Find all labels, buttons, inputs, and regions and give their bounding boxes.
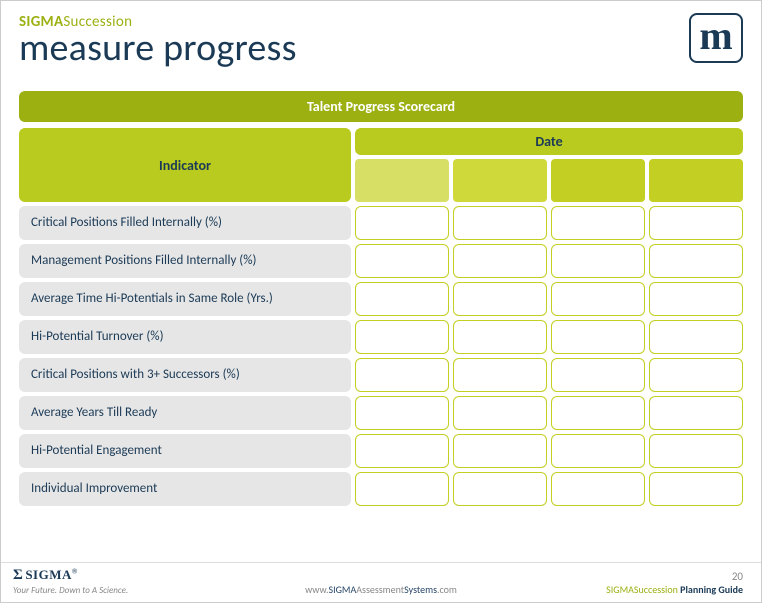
- registered-icon: ®: [72, 568, 78, 576]
- value-cell: [355, 396, 449, 430]
- guide-title: Planning Guide: [680, 583, 743, 596]
- date-col-1: [355, 159, 449, 202]
- url-mid1: SIGMA: [329, 583, 357, 596]
- footer-left: ΣSIGMA® Your Future. Down to A Science.: [13, 567, 128, 596]
- sigma-logo: ΣSIGMA®: [13, 567, 128, 584]
- table-row: Hi-Potential Engagement: [19, 434, 743, 468]
- value-cell: [453, 358, 547, 392]
- value-cell: [453, 472, 547, 506]
- value-cell: [551, 282, 645, 316]
- table-row: Average Time Hi-Potentials in Same Role …: [19, 282, 743, 316]
- col-header-indicator: Indicator: [19, 128, 351, 202]
- date-col-2: [453, 159, 547, 202]
- indicator-label: Individual Improvement: [19, 472, 351, 506]
- value-cell: [649, 282, 743, 316]
- value-cell: [355, 320, 449, 354]
- value-cell: [649, 320, 743, 354]
- value-cell: [453, 206, 547, 240]
- tagline: Your Future. Down to A Science.: [13, 585, 128, 596]
- table-header: Indicator Date: [19, 128, 743, 202]
- scorecard-table: Indicator Date Critical Positions Filled…: [19, 128, 743, 506]
- value-cell: [649, 244, 743, 278]
- table-row: Management Positions Filled Internally (…: [19, 244, 743, 278]
- col-header-date: Date: [355, 128, 743, 155]
- value-cell: [355, 244, 449, 278]
- url-post: .com: [437, 583, 457, 596]
- footer-url: www.SIGMAAssessmentSystems.com: [305, 583, 457, 596]
- value-cell: [551, 358, 645, 392]
- value-cell: [355, 206, 449, 240]
- url-mid2: Assessment: [356, 583, 404, 596]
- table-row: Hi-Potential Turnover (%): [19, 320, 743, 354]
- value-cell: [551, 206, 645, 240]
- page-title: measure progress: [19, 29, 297, 67]
- indicator-label: Average Time Hi-Potentials in Same Role …: [19, 282, 351, 316]
- page: SIGMASuccession measure progress m Talen…: [0, 0, 762, 603]
- value-cell: [551, 320, 645, 354]
- indicator-label: Management Positions Filled Internally (…: [19, 244, 351, 278]
- value-cell: [453, 282, 547, 316]
- date-col-3: [551, 159, 645, 202]
- logo-text: SIGMA: [25, 567, 72, 582]
- value-cell: [551, 244, 645, 278]
- indicator-label: Hi-Potential Engagement: [19, 434, 351, 468]
- value-cell: [649, 396, 743, 430]
- title-block: SIGMASuccession measure progress: [19, 13, 297, 67]
- col-header-date-block: Date: [355, 128, 743, 202]
- value-cell: [453, 244, 547, 278]
- footer: ΣSIGMA® Your Future. Down to A Science. …: [1, 562, 761, 602]
- indicator-label: Critical Positions Filled Internally (%): [19, 206, 351, 240]
- table-body: Critical Positions Filled Internally (%)…: [19, 206, 743, 506]
- indicator-label: Critical Positions with 3+ Successors (%…: [19, 358, 351, 392]
- url-pre: www.: [305, 583, 328, 596]
- header-row: SIGMASuccession measure progress m: [19, 13, 743, 67]
- value-cell: [551, 434, 645, 468]
- value-cell: [355, 282, 449, 316]
- url-mid3: Systems: [404, 583, 437, 596]
- measure-badge: m: [689, 13, 743, 63]
- value-cell: [551, 396, 645, 430]
- indicator-label: Hi-Potential Turnover (%): [19, 320, 351, 354]
- date-col-4: [649, 159, 743, 202]
- value-cell: [355, 434, 449, 468]
- value-cell: [551, 472, 645, 506]
- value-cell: [649, 358, 743, 392]
- table-row: Critical Positions with 3+ Successors (%…: [19, 358, 743, 392]
- sigma-symbol-icon: Σ: [13, 567, 23, 583]
- value-cell: [453, 434, 547, 468]
- value-cell: [453, 396, 547, 430]
- date-subheader-row: [355, 159, 743, 202]
- scorecard-title: Talent Progress Scorecard: [19, 91, 743, 122]
- table-row: Average Years Till Ready: [19, 396, 743, 430]
- value-cell: [453, 320, 547, 354]
- guide-line: SIGMASuccession Planning Guide: [606, 583, 743, 596]
- table-row: Individual Improvement: [19, 472, 743, 506]
- indicator-label: Average Years Till Ready: [19, 396, 351, 430]
- value-cell: [649, 434, 743, 468]
- table-row: Critical Positions Filled Internally (%): [19, 206, 743, 240]
- page-number: 20: [606, 570, 743, 583]
- value-cell: [649, 206, 743, 240]
- badge-letter: m: [699, 16, 732, 56]
- value-cell: [355, 358, 449, 392]
- value-cell: [649, 472, 743, 506]
- footer-right: 20 SIGMASuccession Planning Guide: [606, 570, 743, 596]
- guide-brand: SIGMASuccession: [606, 583, 678, 596]
- value-cell: [355, 472, 449, 506]
